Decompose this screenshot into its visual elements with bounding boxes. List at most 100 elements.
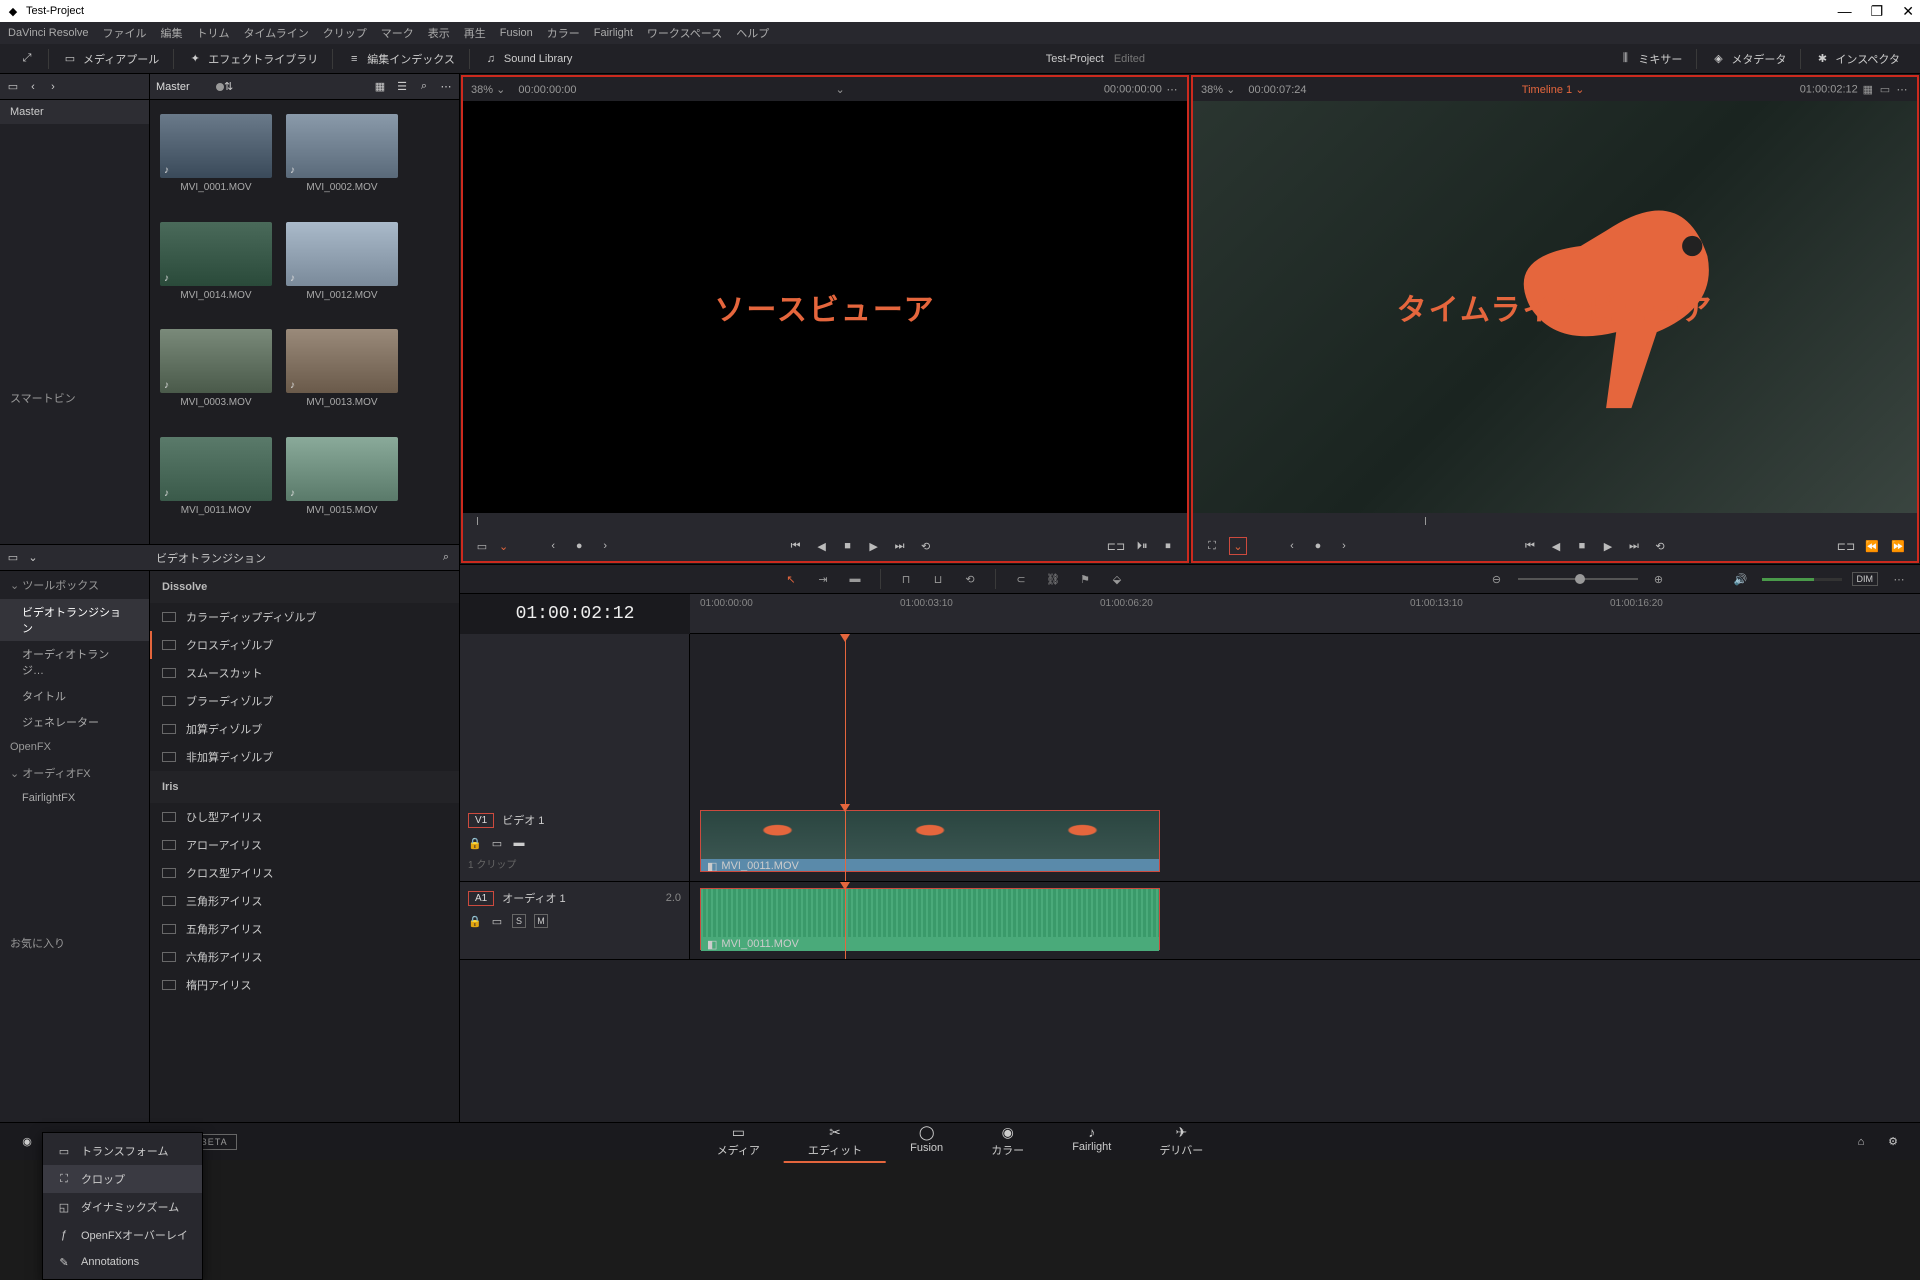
marker-icon[interactable]: ● <box>570 537 588 555</box>
media-clip[interactable]: MVI_0003.MOV <box>160 329 272 423</box>
zoom-value[interactable]: 38% <box>471 84 493 96</box>
prev-frame-icon[interactable]: ◀ <box>1547 537 1565 555</box>
fx-nav-item[interactable]: ジェネレーター <box>0 709 149 735</box>
settings-icon[interactable]: ⚙ <box>1886 1135 1900 1149</box>
page-deliver[interactable]: ✈デリバー <box>1135 1121 1227 1163</box>
fx-item[interactable]: 六角形アイリス <box>150 943 459 971</box>
fx-item[interactable]: 三角形アイリス <box>150 887 459 915</box>
page-fairlight[interactable]: ♪Fairlight <box>1048 1121 1135 1163</box>
menu-item[interactable]: Fusion <box>500 27 533 39</box>
more-icon[interactable]: ⋯ <box>1165 82 1179 96</box>
fx-item[interactable]: カラーディップディゾルブ <box>150 603 459 631</box>
stop-icon[interactable]: ■ <box>839 537 857 555</box>
menu-item[interactable]: タイムライン <box>244 25 309 41</box>
blade-tool-icon[interactable]: ▬ <box>844 568 866 590</box>
crop-tool-icon[interactable]: ⛶ <box>1203 537 1221 555</box>
menu-item[interactable]: ファイル <box>103 25 147 41</box>
menu-item[interactable]: クリップ <box>323 25 367 41</box>
volume-slider[interactable] <box>1762 578 1842 581</box>
play-icon[interactable]: ▶ <box>1599 537 1617 555</box>
grid-icon[interactable]: ▦ <box>1861 82 1875 96</box>
media-clip[interactable]: MVI_0015.MOV <box>286 437 398 531</box>
prev-edit-icon[interactable]: ⏪ <box>1863 537 1881 555</box>
media-clip[interactable]: MVI_0002.MOV <box>286 114 398 208</box>
marker-tool-icon[interactable]: ⬙ <box>1106 568 1128 590</box>
timeline-name[interactable]: Timeline 1 <box>1522 84 1572 96</box>
more-icon[interactable]: ⋯ <box>1888 568 1910 590</box>
loop-icon[interactable]: ⟲ <box>1651 537 1669 555</box>
play-icon[interactable]: ▶ <box>865 537 883 555</box>
next-mark-icon[interactable]: › <box>596 537 614 555</box>
menu-item[interactable]: カラー <box>547 25 580 41</box>
panel-view-icon[interactable]: ▭ <box>6 551 20 565</box>
page-fusion[interactable]: ◯Fusion <box>886 1121 967 1163</box>
next-mark-icon[interactable]: › <box>1335 537 1353 555</box>
page-media[interactable]: ▭メディア <box>693 1121 784 1163</box>
media-clip[interactable]: MVI_0012.MOV <box>286 222 398 316</box>
fx-nav-item[interactable]: オーディオトランジ… <box>0 641 149 683</box>
media-clip[interactable]: MVI_0001.MOV <box>160 114 272 208</box>
fx-item[interactable]: クロスディゾルブ <box>150 631 459 659</box>
fx-nav-item[interactable]: FairlightFX <box>0 787 149 809</box>
chevron-down-icon[interactable]: ⌄ <box>26 551 40 565</box>
prev-mark-icon[interactable]: ‹ <box>1283 537 1301 555</box>
prev-mark-icon[interactable]: ‹ <box>544 537 562 555</box>
visible-icon[interactable]: ▬ <box>512 836 526 850</box>
chevron-right-icon[interactable]: › <box>46 80 60 94</box>
fx-item[interactable]: ブラーディゾルブ <box>150 687 459 715</box>
marker-icon[interactable]: ● <box>1309 537 1327 555</box>
trim-tool-icon[interactable]: ⇥ <box>812 568 834 590</box>
video-clip[interactable]: ◧MVI_0011.MOV <box>700 810 1160 872</box>
search-icon[interactable]: ⌕ <box>417 80 431 94</box>
first-frame-icon[interactable]: ⏮ <box>1521 537 1539 555</box>
dim-button[interactable]: DIM <box>1852 572 1879 586</box>
timeline-ruler[interactable]: 01:00:00:00 01:00:03:10 01:00:06:20 01:0… <box>690 594 1920 634</box>
grid-view-icon[interactable]: ▦ <box>373 80 387 94</box>
popup-item-crop[interactable]: ⛶クロップ <box>43 1165 202 1193</box>
overlay-menu-button[interactable]: ⌄ <box>1229 537 1247 555</box>
metadata-toggle[interactable]: ◈メタデータ <box>1701 47 1796 71</box>
fx-item[interactable]: クロス型アイリス <box>150 859 459 887</box>
more-icon[interactable]: ⋯ <box>439 80 453 94</box>
insert-tool-icon[interactable]: ⊓ <box>895 568 917 590</box>
fx-item[interactable]: アローアイリス <box>150 831 459 859</box>
menu-item[interactable]: 再生 <box>464 25 486 41</box>
fx-nav-audiofx[interactable]: オーディオFX <box>0 759 149 787</box>
media-clip[interactable]: MVI_0011.MOV <box>160 437 272 531</box>
fx-item[interactable]: 非加算ディゾルブ <box>150 743 459 771</box>
fx-nav-favorites[interactable]: お気に入り <box>0 929 149 957</box>
edit-index-toggle[interactable]: ≡編集インデックス <box>337 47 465 71</box>
menu-item[interactable]: Fairlight <box>594 27 633 39</box>
menu-item[interactable]: 編集 <box>161 25 183 41</box>
lock-icon[interactable]: 🔒 <box>468 914 482 928</box>
auto-select-icon[interactable]: ▭ <box>490 836 504 850</box>
menu-item[interactable]: トリム <box>197 25 230 41</box>
first-frame-icon[interactable]: ⏮ <box>787 537 805 555</box>
sort-icon[interactable]: ⇅ <box>222 80 236 94</box>
media-pool-toggle[interactable]: ▭メディアプール <box>53 47 169 71</box>
speaker-icon[interactable]: 🔊 <box>1730 568 1752 590</box>
track-tag[interactable]: V1 <box>468 813 494 828</box>
inspector-toggle[interactable]: ✱インスペクタ <box>1805 47 1910 71</box>
maximize-button[interactable]: ❐ <box>1871 3 1884 19</box>
minimize-button[interactable]: — <box>1838 3 1852 19</box>
auto-select-icon[interactable]: ▭ <box>490 914 504 928</box>
menu-item[interactable]: DaVinci Resolve <box>8 27 89 39</box>
replace-tool-icon[interactable]: ⟲ <box>959 568 981 590</box>
link-icon[interactable]: ⛓ <box>1042 568 1064 590</box>
fx-nav-openfx[interactable]: OpenFX <box>0 735 149 759</box>
overwrite-icon[interactable]: ⏹ <box>1159 537 1177 555</box>
menu-item[interactable]: ヘルプ <box>736 25 769 41</box>
home-icon[interactable]: ⌂ <box>1854 1135 1868 1149</box>
insert-icon[interactable]: ⏵⏸ <box>1133 537 1151 555</box>
zoom-value[interactable]: 38% <box>1201 84 1223 96</box>
stop-icon[interactable]: ■ <box>1573 537 1591 555</box>
fx-nav-item[interactable]: タイトル <box>0 683 149 709</box>
menu-item[interactable]: マーク <box>381 25 414 41</box>
match-frame-icon[interactable]: ⊏⊐ <box>1837 537 1855 555</box>
mute-icon[interactable]: M <box>534 914 548 928</box>
more-icon[interactable]: ⋯ <box>1895 82 1909 96</box>
popup-item-transform[interactable]: ▭トランスフォーム <box>43 1137 202 1165</box>
prev-frame-icon[interactable]: ◀ <box>813 537 831 555</box>
next-frame-icon[interactable]: ⏭ <box>891 537 909 555</box>
